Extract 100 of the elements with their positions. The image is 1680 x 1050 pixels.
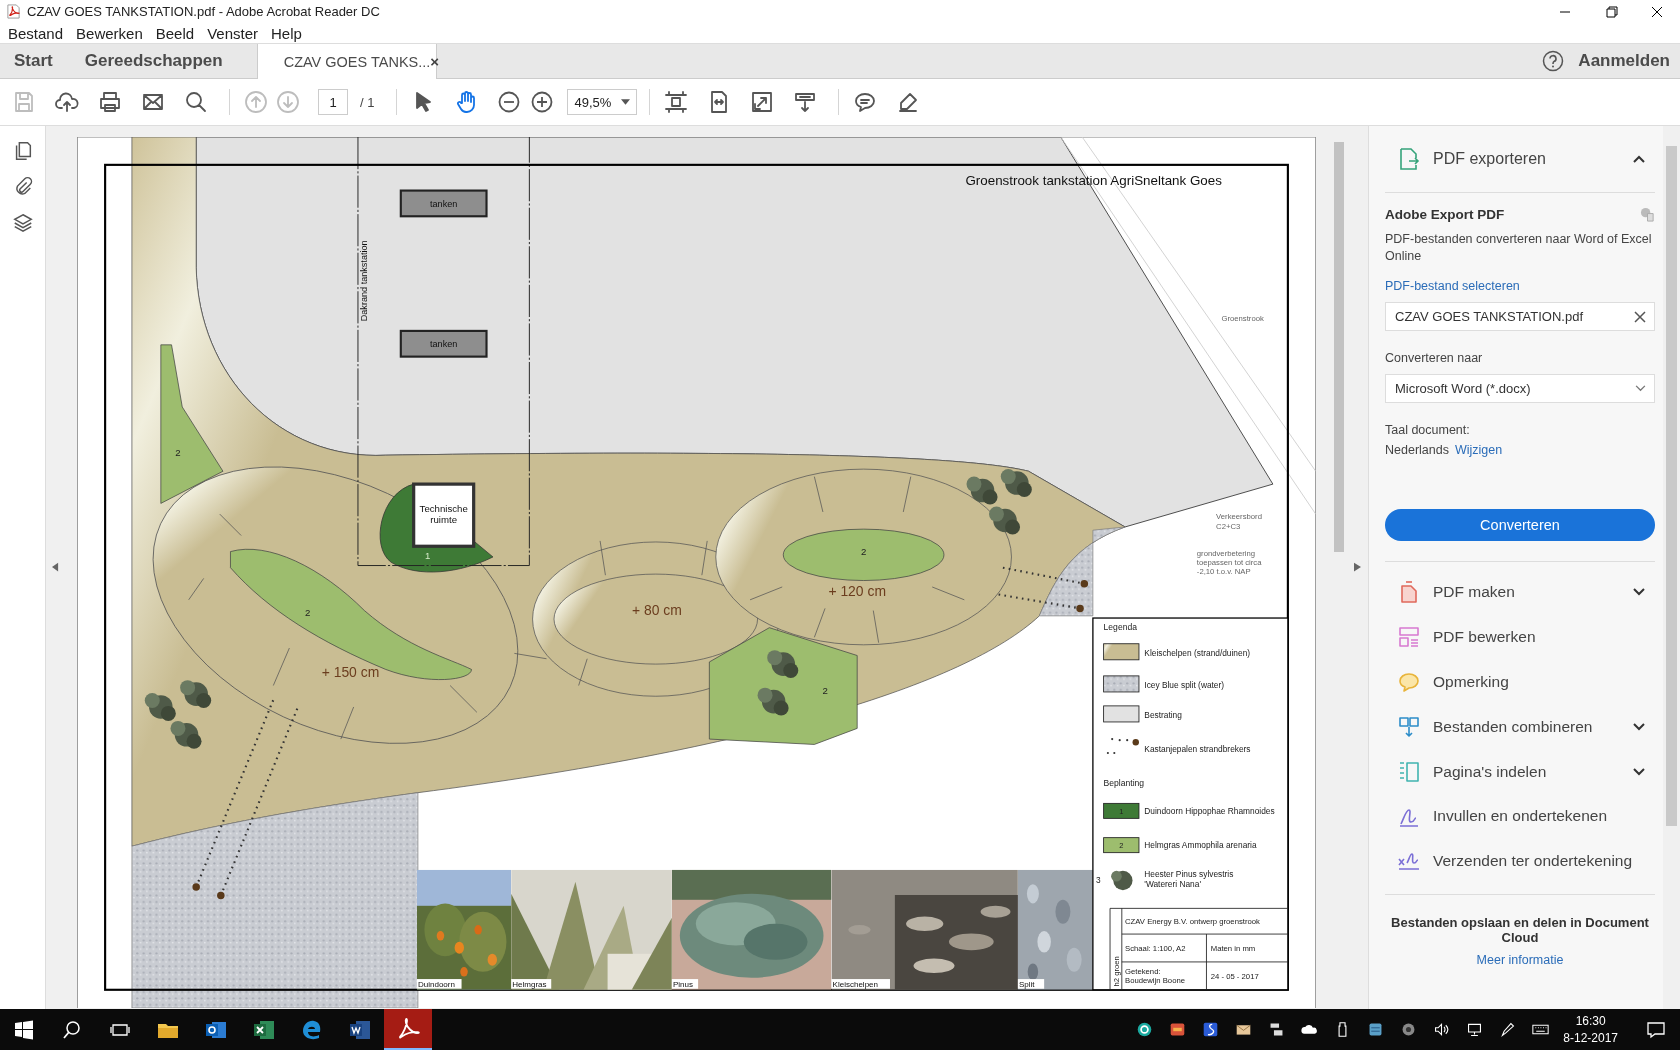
file-field[interactable]: CZAV GOES TANKSTATION.pdf: [1385, 302, 1655, 331]
acrobat-app-icon[interactable]: [384, 1009, 432, 1050]
legend-label: Duindoorn Hippophae Rhamnoides: [1144, 806, 1275, 817]
zoom-in-icon[interactable]: [530, 90, 555, 114]
legend-swatch: [1106, 738, 1139, 755]
shrub: [757, 687, 789, 716]
tool-item[interactable]: Verzenden ter ondertekening: [1433, 852, 1655, 871]
tool-item[interactable]: PDF bewerken: [1433, 628, 1655, 647]
language-value: Nederlands: [1385, 443, 1449, 457]
legend-number: 3: [1096, 874, 1101, 885]
legend-label: Bestrating: [1144, 709, 1182, 720]
tool-item[interactable]: Bestanden combineren: [1433, 717, 1621, 736]
export-section-header[interactable]: PDF exporteren: [1385, 126, 1655, 193]
help-icon[interactable]: [1542, 50, 1565, 72]
change-link[interactable]: Wijzigen: [1454, 443, 1503, 457]
legend-label: Heester Pinus sylvestris 'Watereri Nana': [1144, 869, 1234, 889]
zone-number: 2: [175, 447, 181, 459]
comment-icon[interactable]: [853, 90, 878, 114]
close-tab-button[interactable]: ×: [430, 53, 440, 70]
menu-item[interactable]: Help: [266, 24, 310, 42]
sign-in-link[interactable]: Aanmelden: [1578, 51, 1670, 71]
roof-label: Dakrand tankstation: [358, 240, 369, 322]
search-icon[interactable]: [62, 1019, 82, 1040]
legend-label: Helmgras Ammophila arenaria: [1144, 840, 1257, 851]
menu-item[interactable]: Venster: [202, 24, 266, 42]
layers-icon[interactable]: [11, 212, 34, 234]
height-label: + 80 cm: [631, 601, 682, 618]
clock[interactable]: 16:30 8-12-2017: [1563, 1012, 1618, 1047]
zone-number: 2: [860, 545, 867, 557]
cloud-promo-text: Bestanden opslaan en delen in Document Cloud: [1390, 914, 1650, 945]
height-label: + 120 cm: [828, 582, 886, 599]
chevron-down-icon[interactable]: [1633, 722, 1645, 731]
chevron-down-icon[interactable]: [1633, 588, 1645, 597]
building-outline: [412, 482, 476, 548]
zone-number: 2: [304, 606, 311, 618]
tab-label[interactable]: CZAV GOES TANKS...: [283, 53, 431, 70]
convert-button[interactable]: Converteren: [1385, 509, 1655, 541]
more-info-link[interactable]: Meer informatie: [1476, 952, 1564, 967]
legend-swatch: 2: [1103, 837, 1140, 854]
document-tab[interactable]: CZAV GOES TANKS...×: [256, 44, 437, 79]
fullscreen-icon[interactable]: [750, 90, 775, 114]
chevron-down-icon[interactable]: [1633, 767, 1645, 776]
cloud-upload-icon[interactable]: [55, 90, 79, 114]
notifications-icon[interactable]: [1646, 1019, 1666, 1040]
shrub: [170, 720, 202, 749]
menu-item[interactable]: Bewerken: [71, 24, 151, 42]
legend-swatch: [1103, 705, 1140, 723]
panel-heading: Adobe Export PDF: [1385, 207, 1505, 222]
field-label: Taal document:: [1385, 423, 1471, 437]
page-count: / 1: [360, 94, 375, 110]
volume-icon[interactable]: [1433, 1021, 1451, 1038]
zone-number: 1: [424, 550, 431, 562]
clear-icon[interactable]: [1634, 310, 1646, 323]
legend-title: Legenda: [1103, 621, 1137, 632]
network-icon[interactable]: [1466, 1021, 1484, 1038]
shrub: [180, 680, 212, 708]
nav-tab[interactable]: Start: [0, 44, 65, 78]
menu-item[interactable]: Beeld: [150, 24, 203, 42]
scroll-mode-icon[interactable]: [793, 90, 818, 114]
scrollbar[interactable]: [1663, 126, 1680, 1009]
field-label: Converteren naar: [1385, 351, 1484, 365]
pump-label: tanken: [430, 198, 458, 209]
tool-item[interactable]: Invullen en ondertekenen: [1433, 807, 1655, 826]
windows-start-icon[interactable]: [14, 1019, 34, 1040]
select-file-link[interactable]: PDF-bestand selecteren: [1385, 279, 1655, 293]
tool-item[interactable]: PDF maken: [1433, 583, 1621, 602]
plan-title: Groenstrook tankstation AgriSneltank Goes: [965, 173, 1222, 189]
collapse-left-icon[interactable]: [52, 562, 59, 572]
pdf-file-icon: [6, 4, 21, 19]
window-title: CZAV GOES TANKSTATION.pdf - Adobe Acrobat Reader DC: [27, 4, 380, 19]
tool-item[interactable]: Pagina's indelen: [1433, 762, 1621, 781]
panel-description: PDF-bestanden converteren naar Word of Excel Online: [1385, 231, 1653, 265]
legend-label: Kleischelpen (strand/duinen): [1144, 647, 1251, 658]
pump-label: tanken: [430, 339, 458, 349]
legend-title: Beplanting: [1103, 778, 1145, 789]
page-number-field[interactable]: 1: [318, 89, 348, 115]
shrub: [1000, 469, 1032, 497]
nav-tab[interactable]: Gereedschappen: [72, 44, 235, 78]
zoom-dropdown[interactable]: 49,5%: [567, 89, 638, 115]
print-icon[interactable]: [98, 90, 122, 114]
pen-icon[interactable]: [1499, 1021, 1517, 1038]
collapse-right-icon[interactable]: [1353, 562, 1361, 572]
caret-icon[interactable]: [621, 99, 631, 105]
zone-number: 2: [822, 685, 828, 697]
format-dropdown[interactable]: Microsoft Word (*.docx): [1385, 374, 1655, 403]
room-label: Technische ruimte: [419, 502, 468, 525]
shrub: [767, 650, 799, 679]
zoom-out-icon[interactable]: [497, 90, 522, 114]
combine-files-icon[interactable]: [1397, 714, 1421, 739]
tool-item[interactable]: Opmerking: [1433, 673, 1655, 691]
shrub-swatch: [1111, 870, 1133, 891]
search-icon[interactable]: [184, 90, 208, 114]
shrub: [966, 476, 998, 505]
legend-label: Icey Blue split (water): [1144, 679, 1225, 690]
legend-swatch: [1103, 675, 1140, 693]
fit-page-icon[interactable]: [664, 90, 689, 114]
chevron-up-icon[interactable]: [1633, 155, 1645, 163]
export-document-icon: [1397, 147, 1421, 171]
legend-swatch: 1: [1103, 802, 1140, 819]
menu-item[interactable]: Bestand: [3, 24, 72, 42]
